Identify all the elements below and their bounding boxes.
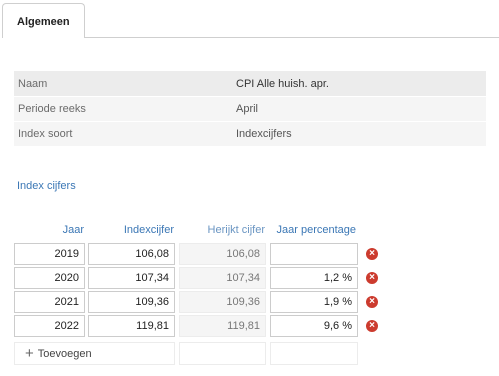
table-row: 2020 107,34 107,34 1,2 % ×: [0, 267, 499, 290]
herijkt-value: 107,34: [179, 267, 266, 289]
indexcijfer-input[interactable]: 107,34: [88, 267, 175, 289]
percentage-input[interactable]: [270, 243, 358, 265]
info-label: Index soort: [18, 128, 73, 140]
delete-x-circle-icon[interactable]: ×: [366, 272, 378, 284]
column-header-herijkt: Herijkt cijfer: [207, 224, 265, 236]
plus-icon: +: [25, 345, 34, 362]
info-label: Naam: [18, 77, 48, 90]
indexcijfer-input[interactable]: 109,36: [88, 291, 175, 313]
jaar-input[interactable]: 2020: [14, 267, 85, 289]
percentage-input[interactable]: 1,9 %: [270, 291, 358, 313]
info-value: CPI Alle huish. apr.: [236, 77, 329, 90]
delete-x-circle-icon[interactable]: ×: [366, 248, 378, 260]
add-row: + Toevoegen: [0, 342, 499, 365]
tab-bar-divider: [84, 37, 499, 38]
table-row: 2021 109,36 109,36 1,9 % ×: [0, 291, 499, 314]
empty-cell: [270, 342, 358, 365]
tab-algemeen[interactable]: Algemeen: [2, 3, 85, 38]
tab-algemeen-label: Algemeen: [17, 16, 70, 28]
tab-bar: Algemeen: [0, 0, 499, 38]
delete-x-circle-icon[interactable]: ×: [366, 320, 378, 332]
column-header-jaar: Jaar: [62, 224, 84, 236]
herijkt-value: 106,08: [179, 243, 266, 265]
add-button-label: Toevoegen: [37, 348, 92, 360]
jaar-input[interactable]: 2022: [14, 315, 85, 337]
info-row-index-soort: Index soort Indexcijfers: [14, 121, 486, 146]
percentage-input[interactable]: 1,2 %: [270, 267, 358, 289]
column-header-indexcijfer: Indexcijfer: [123, 224, 174, 236]
info-value: Indexcijfers: [236, 128, 292, 140]
percentage-input[interactable]: 9,6 %: [270, 315, 358, 337]
indexcijfer-input[interactable]: 119,81: [88, 315, 175, 337]
info-label: Periode reeks: [18, 103, 86, 115]
table-row: 2022 119,81 119,81 9,6 % ×: [0, 315, 499, 338]
indexcijfer-input[interactable]: 106,08: [88, 243, 175, 265]
herijkt-value: 109,36: [179, 291, 266, 313]
empty-cell: [179, 342, 266, 365]
column-header-percentage: Jaar percentage: [276, 224, 357, 236]
herijkt-value: 119,81: [179, 315, 266, 337]
delete-x-circle-icon[interactable]: ×: [366, 296, 378, 308]
add-button[interactable]: + Toevoegen: [14, 342, 175, 365]
section-title: Index cijfers: [17, 180, 76, 192]
info-row-periode: Periode reeks April: [14, 96, 486, 121]
info-value: April: [236, 103, 259, 115]
table-row: 2019 106,08 106,08 ×: [0, 243, 499, 266]
jaar-input[interactable]: 2021: [14, 291, 85, 313]
jaar-input[interactable]: 2019: [14, 243, 85, 265]
info-panel: Naam CPI Alle huish. apr. Periode reeks …: [14, 71, 486, 146]
info-row-naam: Naam CPI Alle huish. apr.: [14, 71, 486, 96]
